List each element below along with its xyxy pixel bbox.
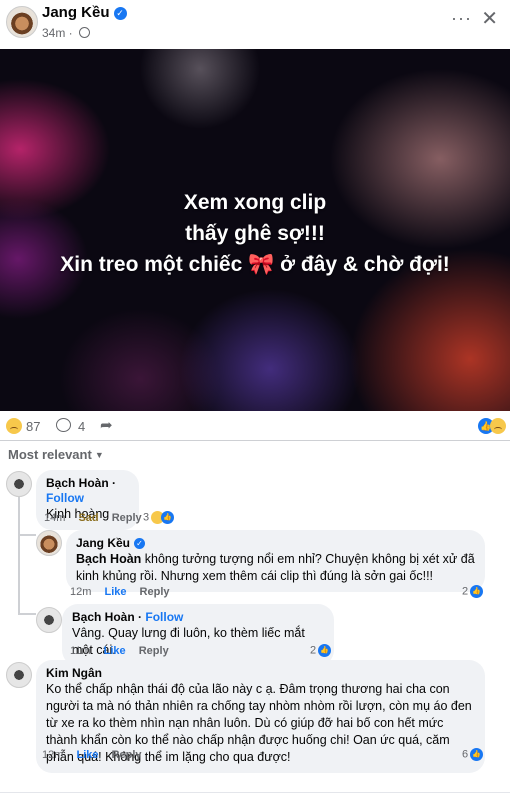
comment-author: Bạch Hoàn · Follow (46, 476, 117, 505)
comment-actions: 11m Like Reply (70, 645, 179, 657)
comment-reaction-number: 6 (462, 748, 469, 761)
comment-time[interactable]: 12m (42, 749, 63, 761)
comment-reaction-number: 2 (462, 585, 469, 598)
like-reaction-icon: 👍 (470, 748, 484, 761)
sad-reaction-button[interactable]: Sad (78, 512, 98, 524)
like-button[interactable]: Like (76, 749, 98, 761)
image-caption: Xem xong clip thấy ghê sợ!!! Xin treo mộ… (0, 187, 510, 280)
image-line-2: thấy ghê sợ!!! (185, 222, 325, 245)
reply-button[interactable]: Reply (112, 749, 142, 761)
comment-author: Kim Ngân (46, 666, 475, 681)
verified-badge-icon: ✓ (134, 538, 146, 549)
more-options-icon[interactable]: ··· (451, 8, 472, 29)
image-line-3: Xin treo một chiếc 🎀 ở đây & chờ đợi! (0, 249, 510, 280)
comment-author-name[interactable]: Bạch Hoàn (46, 476, 109, 490)
post-time[interactable]: 34m (42, 26, 65, 40)
post-meta: 34m · (42, 26, 91, 40)
comment-filter-label: Most relevant (8, 447, 92, 462)
commenter-avatar[interactable] (36, 607, 62, 633)
like-button[interactable]: Like (104, 586, 126, 598)
sad-reaction-icon[interactable] (6, 418, 22, 434)
sad-reaction-icon-right (490, 417, 506, 434)
author-name[interactable]: Jang Kều ✓ (42, 4, 127, 21)
reactions-bar: 87 4 ➦ 👍 (0, 413, 510, 439)
bottom-divider (0, 792, 510, 793)
verified-badge-icon: ✓ (113, 7, 127, 20)
chevron-down-icon: ▼ (94, 450, 104, 460)
comment-author: Bạch Hoàn · Follow (72, 610, 184, 624)
post-image[interactable]: Xem xong clip thấy ghê sợ!!! Xin treo mộ… (0, 49, 510, 411)
comment-actions: 14m Sad Reply (44, 512, 152, 524)
divider (0, 440, 510, 441)
image-line-3a: Xin treo một chiếc (60, 253, 243, 276)
comment-filter-dropdown[interactable]: Most relevant ▼ (8, 447, 104, 462)
reaction-summary[interactable]: 👍 (478, 417, 506, 435)
follow-button[interactable]: Follow (46, 491, 84, 505)
comment-author: Jang Kều ✓ (76, 536, 475, 551)
commenter-avatar[interactable] (6, 662, 32, 688)
comment-text: Bạch Hoàn không tưởng tượng nổi em nhỉ? … (76, 551, 475, 585)
comment-author-name[interactable]: Kim Ngân (46, 666, 102, 680)
image-line-1: Xem xong clip (183, 191, 327, 214)
reply-button[interactable]: Reply (140, 586, 170, 598)
comment-reaction-number: 2 (310, 644, 317, 657)
like-button[interactable]: Like (104, 645, 126, 657)
comment-bubble: Jang Kều ✓ Bạch Hoàn không tưởng tượng nổ… (66, 530, 485, 592)
thread-branch (18, 613, 36, 615)
image-line-3b: ở đây & chờ đợi! (280, 253, 450, 276)
share-icon[interactable]: ➦ (100, 416, 113, 434)
comment-mention[interactable]: Bạch Hoàn (76, 552, 141, 566)
comment-reaction-count[interactable]: 6 👍 (462, 748, 484, 761)
globe-icon (79, 27, 91, 38)
comment-actions: 12m Like Reply (42, 749, 152, 761)
thread-line (18, 496, 20, 614)
like-reaction-icon: 👍 (318, 644, 332, 657)
commenter-avatar[interactable] (6, 471, 32, 497)
post-header: Jang Kều ✓ 34m · ··· ✕ (0, 0, 510, 46)
author-name-text[interactable]: Jang Kều (42, 4, 110, 21)
comment-time[interactable]: 11m (70, 645, 91, 657)
thread-branch (18, 534, 36, 536)
comment-count[interactable]: 4 (78, 419, 85, 434)
comment-icon[interactable] (56, 418, 71, 432)
follow-button[interactable]: Follow (145, 610, 183, 624)
comment-reaction-count[interactable]: 2 👍 (310, 644, 332, 657)
reply-button[interactable]: Reply (112, 512, 142, 524)
like-reaction-icon: 👍 (470, 585, 484, 598)
author-avatar[interactable] (6, 6, 38, 38)
comment-actions: 12m Like Reply (70, 586, 180, 598)
comment-reaction-count[interactable]: 3 👍 (143, 511, 175, 524)
comment-reaction-count[interactable]: 2 👍 (462, 585, 484, 598)
comment-time[interactable]: 14m (44, 512, 65, 524)
commenter-avatar[interactable] (36, 530, 62, 556)
like-reaction-icon: 👍 (161, 511, 175, 524)
comment-author-name[interactable]: Jang Kều (76, 536, 130, 550)
comment-time[interactable]: 12m (70, 586, 91, 598)
comment-author-name[interactable]: Bạch Hoàn (72, 610, 135, 624)
reaction-count[interactable]: 87 (26, 419, 40, 434)
reply-button[interactable]: Reply (139, 645, 169, 657)
close-icon[interactable]: ✕ (481, 6, 498, 31)
ribbon-bow-icon: 🎀 (248, 253, 275, 276)
comment-reaction-number: 3 (143, 511, 150, 524)
